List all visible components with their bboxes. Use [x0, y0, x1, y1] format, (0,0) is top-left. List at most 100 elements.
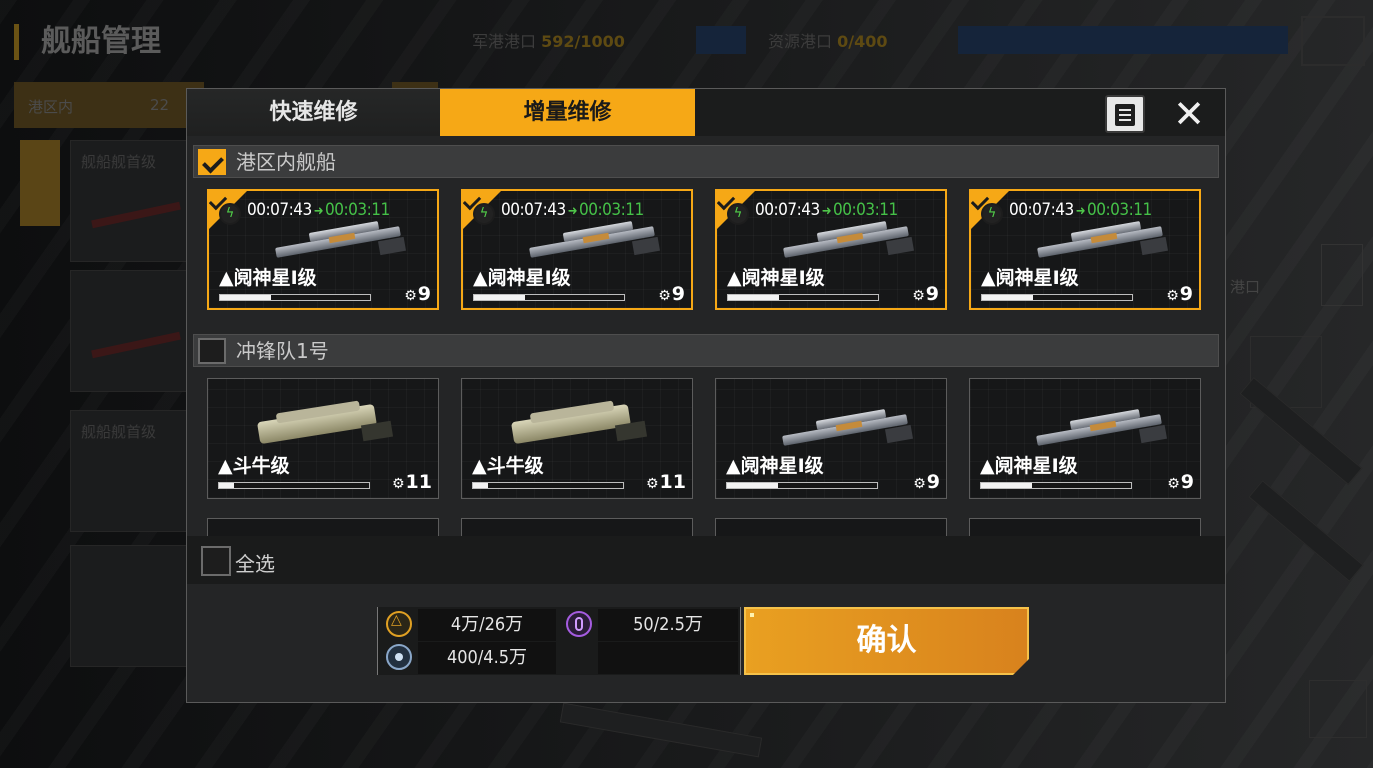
metal-cost: 4万/26万: [418, 609, 556, 641]
hp-bar: [473, 294, 625, 301]
arrow-right-icon: ➜: [567, 204, 578, 219]
ship-card[interactable]: [969, 518, 1201, 536]
section-checkbox[interactable]: [198, 338, 226, 364]
hp-fill: [220, 295, 271, 300]
ship-image: [508, 395, 648, 451]
ship-card[interactable]: ▲阋神星Ⅰ级 ⚙9: [715, 378, 947, 499]
select-all-checkbox[interactable]: [201, 546, 231, 576]
hp-fill: [981, 483, 1032, 488]
level-icon: ⚙: [1166, 288, 1179, 304]
timer-current: 00:07:43: [501, 200, 566, 220]
ship-card[interactable]: [461, 518, 693, 536]
ship-card[interactable]: ϟ 00:07:43 ➜ 00:03:11 ▲阋神星Ⅰ级 ⚙9: [715, 189, 947, 310]
section-header-harbor[interactable]: 港区内舰船: [193, 145, 1219, 178]
timer-reduced: 00:03:11: [325, 200, 390, 220]
ship-card[interactable]: [715, 518, 947, 536]
hp-fill: [727, 483, 778, 488]
hp-fill: [728, 295, 779, 300]
timer-current: 00:07:43: [1009, 200, 1074, 220]
ship-name: ▲阋神星Ⅰ级: [473, 267, 571, 289]
level-icon: ⚙: [912, 288, 925, 304]
ship-card[interactable]: ▲斗牛级 ⚙11: [207, 378, 439, 499]
ship-card[interactable]: ϟ 00:07:43 ➜ 00:03:11 ▲阋神星Ⅰ级 ⚙9: [207, 189, 439, 310]
hp-fill: [982, 295, 1033, 300]
repair-cost-panel: 4万/26万 400/4.5万 50/2.5万: [377, 607, 741, 675]
repair-timer: 00:07:43 ➜ 00:03:11: [1009, 200, 1152, 220]
hp-bar: [981, 294, 1133, 301]
hp-bar: [727, 294, 879, 301]
ship-image: [254, 395, 394, 451]
tab-quick-repair[interactable]: 快速维修: [187, 89, 441, 136]
level-icon: ⚙: [1167, 476, 1180, 492]
level-icon: ⚙: [913, 476, 926, 492]
background-card: 舰船舰首级: [70, 140, 202, 262]
level-icon: ⚙: [404, 288, 417, 304]
tab-bar: 快速维修 增量维修 ✕: [187, 89, 1225, 136]
ship-level: ⚙11: [391, 471, 432, 493]
ship-level: ⚙9: [1166, 283, 1193, 305]
repair-timer: 00:07:43 ➜ 00:03:11: [501, 200, 644, 220]
crystal-cost: 50/2.5万: [598, 609, 738, 641]
timer-current: 00:07:43: [755, 200, 820, 220]
metal-icon: [386, 611, 412, 637]
ship-name: ▲阋神星Ⅰ级: [727, 267, 825, 289]
document-icon[interactable]: [1105, 95, 1145, 133]
background-right-icon: [1309, 680, 1367, 738]
hp-fill: [474, 295, 525, 300]
background-card: [70, 545, 202, 667]
ship-level: ⚙9: [658, 283, 685, 305]
timer-reduced: 00:03:11: [833, 200, 898, 220]
arrow-right-icon: ➜: [313, 204, 324, 219]
ship-image: [1030, 399, 1170, 449]
arrow-right-icon: ➜: [821, 204, 832, 219]
ship-level: ⚙9: [1167, 471, 1194, 493]
hp-fill: [473, 483, 488, 488]
ship-card[interactable]: ▲阋神星Ⅰ级 ⚙9: [969, 378, 1201, 499]
level-icon: ⚙: [658, 288, 671, 304]
close-icon[interactable]: ✕: [1167, 95, 1211, 135]
lightning-icon: ϟ: [727, 203, 749, 225]
ship-card[interactable]: ϟ 00:07:43 ➜ 00:03:11 ▲阋神星Ⅰ级 ⚙9: [969, 189, 1201, 310]
section-checkbox[interactable]: [198, 149, 226, 175]
background-tab-value: 22: [150, 96, 170, 114]
repair-dialog: 快速维修 增量维修 ✕ 港区内舰船 ϟ 00:07:43 ➜ 00:03:11 ▲阋神星…: [186, 88, 1226, 703]
empty-cost-slot: [598, 642, 738, 674]
hp-fill: [219, 483, 234, 488]
ship-name: ▲斗牛级: [218, 455, 290, 477]
ship-name: ▲阋神星Ⅰ级: [726, 455, 824, 477]
gas-cost: 400/4.5万: [418, 642, 556, 674]
background-card: [70, 270, 202, 392]
ship-card[interactable]: ϟ 00:07:43 ➜ 00:03:11 ▲阋神星Ⅰ级 ⚙9: [461, 189, 693, 310]
background-card: 舰船舰首级: [70, 410, 202, 532]
arrow-right-icon: ➜: [1075, 204, 1086, 219]
select-all-bar: 全选: [187, 536, 1225, 584]
ship-name: ▲阋神星Ⅰ级: [981, 267, 1079, 289]
ship-level: ⚙9: [913, 471, 940, 493]
tab-incremental-repair[interactable]: 增量维修: [440, 89, 695, 136]
level-icon: ⚙: [391, 476, 405, 492]
ship-card[interactable]: [207, 518, 439, 536]
background-bar: [696, 26, 746, 54]
hp-bar: [472, 482, 624, 489]
lightning-icon: ϟ: [219, 203, 241, 225]
background-side-button: [20, 140, 60, 226]
timer-reduced: 00:03:11: [1087, 200, 1152, 220]
crystal-icon: [566, 611, 592, 637]
ship-level: ⚙9: [912, 283, 939, 305]
lightning-icon: ϟ: [473, 203, 495, 225]
ship-image: [776, 399, 916, 449]
timer-reduced: 00:03:11: [579, 200, 644, 220]
ship-name: ▲阋神星Ⅰ级: [980, 455, 1078, 477]
background-title: 舰船管理: [14, 24, 161, 60]
background-right-text: 港口: [1230, 278, 1261, 296]
lightning-icon: ϟ: [981, 203, 1003, 225]
confirm-button[interactable]: 确认: [744, 607, 1029, 675]
hp-bar: [726, 482, 878, 489]
ship-list[interactable]: 港区内舰船 ϟ 00:07:43 ➜ 00:03:11 ▲阋神星Ⅰ级 ⚙9 ϟ 00:07:4…: [187, 136, 1225, 536]
background-resource-1: 军港港口 592/1000: [472, 32, 625, 51]
section-header-fleet[interactable]: 冲锋队1号: [193, 334, 1219, 367]
ship-card[interactable]: ▲斗牛级 ⚙11: [461, 378, 693, 499]
section-label: 冲锋队1号: [236, 339, 329, 363]
section-label: 港区内舰船: [236, 150, 336, 174]
select-all-label[interactable]: 全选: [235, 548, 275, 577]
